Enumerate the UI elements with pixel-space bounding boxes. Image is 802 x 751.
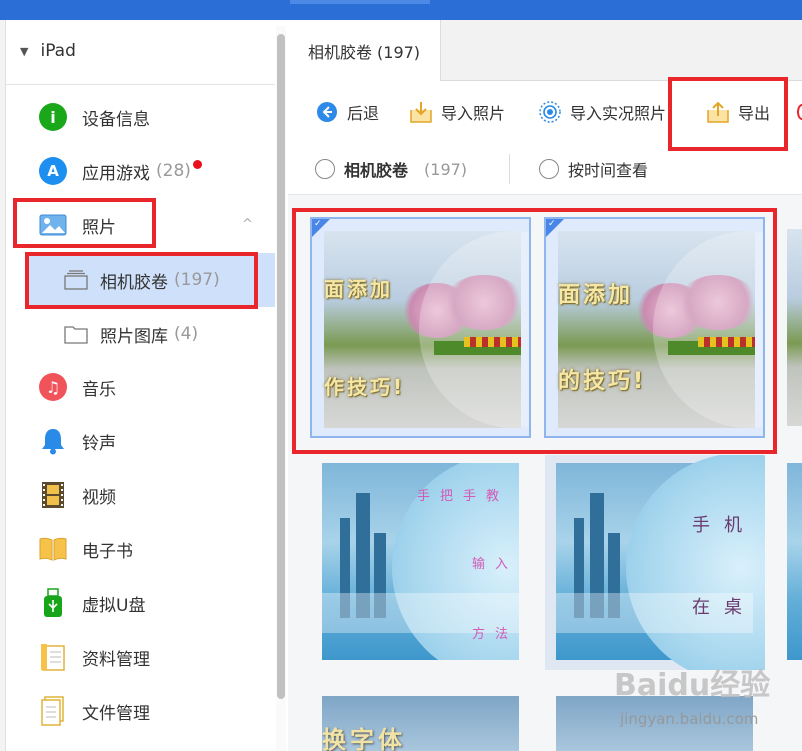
title-bar — [0, 0, 802, 20]
tab-label: 相机胶卷 (197) — [307, 42, 421, 62]
sidebar-scrollbar[interactable] — [276, 26, 286, 751]
book-icon — [38, 534, 68, 564]
info-icon: i — [38, 102, 68, 132]
photo-image: 手机 在桌 — [556, 455, 765, 670]
filter-camera-roll-count: (197) — [424, 159, 468, 179]
music-icon: ♫ — [38, 372, 68, 402]
photo-image — [787, 463, 802, 660]
photo-overlay-text: 方法 — [472, 627, 519, 642]
sidebar-item-label: 铃声 — [82, 433, 116, 454]
photo-image — [787, 229, 802, 426]
photo-thumbnail[interactable] — [787, 463, 802, 660]
folder-icon — [64, 324, 88, 344]
filter-separator — [509, 154, 510, 184]
sidebar-item-device-info[interactable]: i 设备信息 — [38, 100, 150, 134]
highlight-box-photos — [13, 198, 156, 248]
photo-overlay-text: 换字体 — [322, 726, 406, 751]
notes-icon — [38, 642, 68, 672]
sidebar-divider — [5, 84, 275, 85]
bell-icon — [38, 426, 68, 456]
highlight-box-export — [668, 77, 788, 151]
sidebar-subitem-label: 照片图库 — [100, 326, 168, 347]
baidu-watermark: Baidu经验 jingyan.baidu.com — [614, 660, 794, 745]
sidebar-item-label: 电子书 — [82, 541, 133, 562]
filter-camera-roll-label: 相机胶卷 — [344, 161, 409, 180]
import-icon — [409, 100, 433, 124]
watermark-logo: Baidu经验 — [614, 668, 771, 703]
photo-overlay-text: 输入 — [472, 557, 519, 572]
photo-image: 手把手教 输入 方法 — [322, 463, 519, 660]
watermark-url: jingyan.baidu.com — [620, 710, 759, 728]
sidebar-item-label: 资料管理 — [82, 649, 150, 670]
photo-thumbnail[interactable]: 手机 在桌 — [545, 455, 765, 670]
photo-overlay-text: 手把手教 — [417, 489, 510, 504]
notification-dot — [192, 159, 202, 169]
usb-icon — [38, 588, 68, 618]
sidebar-item-ringtones[interactable]: 铃声 — [38, 424, 116, 458]
sidebar-item-virtual-usb[interactable]: 虚拟U盘 — [38, 586, 145, 620]
back-button[interactable]: 后退 — [315, 96, 379, 128]
sidebar-subitem-count: (4) — [174, 324, 199, 344]
import-live-photo-button[interactable]: 导入实况照片 — [538, 96, 666, 128]
sidebar-item-file-management[interactable]: 文件管理 — [38, 694, 150, 728]
photo-thumbnail[interactable]: 手把手教 输入 方法 — [322, 463, 519, 660]
file-icon — [38, 696, 68, 726]
sidebar-item-data-management[interactable]: 资料管理 — [38, 640, 150, 674]
sidebar-item-label: 虚拟U盘 — [82, 595, 146, 616]
sidebar-item-label: 设备信息 — [82, 109, 150, 130]
sidebar-item-label: 文件管理 — [82, 703, 150, 724]
device-selector[interactable]: ▼ iPad — [20, 38, 76, 64]
filter-by-time-label: 按时间查看 — [568, 161, 649, 180]
sidebar-item-label: 音乐 — [82, 379, 116, 400]
sidebar-item-label: 应用游戏 — [82, 163, 150, 184]
film-icon — [38, 480, 68, 510]
import-photo-button[interactable]: 导入照片 — [409, 96, 505, 128]
photo-overlay-text: 手机 — [692, 515, 756, 536]
sidebar-item-video[interactable]: 视频 — [38, 478, 116, 512]
radio-circle[interactable] — [315, 159, 335, 179]
photo-image: 换字体 — [322, 696, 519, 751]
radio-circle[interactable] — [539, 159, 559, 179]
live-photo-icon — [538, 100, 562, 124]
photo-thumbnail[interactable] — [787, 229, 802, 426]
device-name: iPad — [40, 41, 76, 61]
collapse-triangle-icon[interactable]: ▼ — [20, 45, 28, 58]
sidebar-item-music[interactable]: ♫ 音乐 — [38, 370, 116, 404]
sidebar-item-apps[interactable]: A 应用游戏 (28) — [38, 154, 202, 188]
photo-thumbnail[interactable]: 换字体 — [322, 696, 519, 751]
sidebar-item-count: (28) — [156, 161, 191, 181]
back-label: 后退 — [347, 104, 380, 123]
highlight-box-camera-roll — [25, 252, 258, 309]
sidebar-item-ebooks[interactable]: 电子书 — [38, 532, 133, 566]
photo-overlay-text: 在桌 — [692, 597, 756, 618]
back-arrow-icon — [315, 100, 339, 124]
highlight-box-selected-photos — [292, 208, 777, 454]
title-bar-segment — [290, 0, 430, 4]
sidebar-item-label: 视频 — [82, 487, 116, 508]
filter-by-time-radio[interactable]: 按时间查看 — [539, 155, 648, 183]
filter-camera-roll-radio[interactable]: 相机胶卷 (197) — [315, 155, 467, 183]
scrollbar-thumb[interactable] — [277, 34, 285, 699]
sidebar-edge — [0, 20, 6, 751]
import-photo-label: 导入照片 — [441, 104, 506, 123]
toolbar-overflow-icon[interactable] — [797, 104, 802, 120]
chevron-up-icon[interactable]: ^ — [242, 217, 253, 232]
tab-camera-roll[interactable]: 相机胶卷 (197) — [288, 20, 441, 81]
app-store-icon: A — [38, 156, 68, 186]
import-live-photo-label: 导入实况照片 — [570, 104, 667, 123]
sidebar-subitem-photo-library[interactable]: 照片图库 (4) — [64, 317, 198, 351]
